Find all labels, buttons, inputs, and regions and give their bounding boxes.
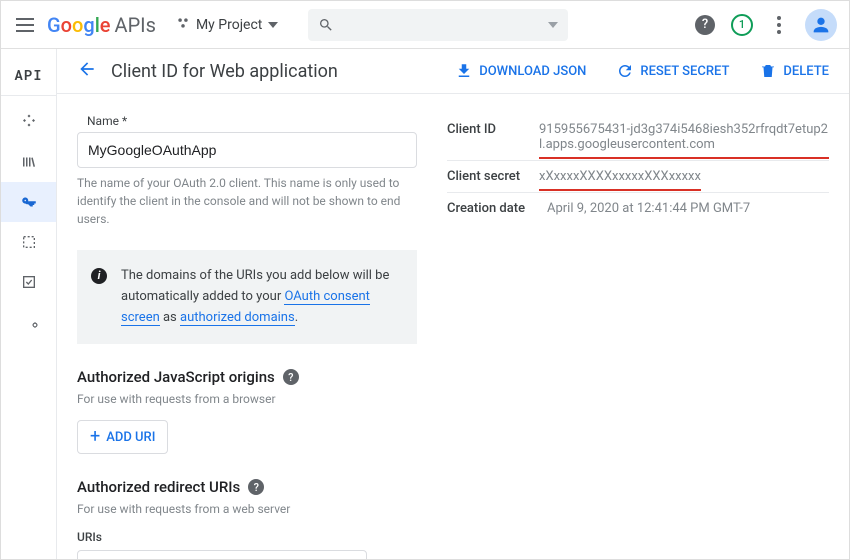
download-json-button[interactable]: DOWNLOAD JSON xyxy=(455,62,586,80)
refresh-icon xyxy=(616,62,634,80)
sidebar-api-label[interactable]: API xyxy=(14,53,42,95)
name-input[interactable] xyxy=(77,132,417,168)
search-input[interactable] xyxy=(308,9,568,41)
overflow-menu-icon[interactable] xyxy=(769,16,789,34)
sidebar-item-settings[interactable] xyxy=(1,302,56,342)
redirect-uris-sub: For use with requests from a web server xyxy=(77,502,417,516)
client-id-row: Client ID 915955675431-jd3g374i5468iesh3… xyxy=(447,114,829,161)
sidebar: API xyxy=(1,49,57,559)
back-arrow-icon[interactable] xyxy=(77,59,97,83)
help-tooltip-icon[interactable]: ? xyxy=(248,479,264,495)
apis-text: APIs xyxy=(115,13,156,37)
client-secret-value: xXxxxxXXXXxxxxxXXXxxxxx xyxy=(539,169,701,184)
google-apis-logo[interactable]: Google APIs xyxy=(47,13,156,37)
name-help-text: The name of your OAuth 2.0 client. This … xyxy=(77,174,417,228)
help-tooltip-icon[interactable]: ? xyxy=(283,369,299,385)
sidebar-item-library[interactable] xyxy=(1,142,56,182)
redirect-uris-heading: Authorized redirect URIs ? xyxy=(77,478,417,496)
sidebar-item-oauth-consent[interactable] xyxy=(1,222,56,262)
sidebar-item-credentials[interactable] xyxy=(1,182,56,222)
chevron-down-icon xyxy=(268,22,278,28)
notifications-badge[interactable]: 1 xyxy=(731,14,753,36)
trash-icon xyxy=(759,62,777,80)
app-header: Google APIs My Project ? 1 xyxy=(1,1,849,49)
js-origins-sub: For use with requests from a browser xyxy=(77,392,417,406)
project-name: My Project xyxy=(196,17,262,33)
creation-date-row: Creation date April 9, 2020 at 12:41:44 … xyxy=(447,193,829,224)
js-origins-heading: Authorized JavaScript origins ? xyxy=(77,368,417,386)
page-title: Client ID for Web application xyxy=(111,61,338,82)
search-icon xyxy=(318,17,334,33)
main-content: Client ID for Web application DOWNLOAD J… xyxy=(57,49,849,559)
client-id-value: 915955675431-jd3g374i5468iesh352rfrqdt7e… xyxy=(539,122,829,152)
name-label: Name * xyxy=(77,114,417,128)
highlight-underline xyxy=(539,189,701,191)
title-bar: Client ID for Web application DOWNLOAD J… xyxy=(57,49,849,94)
download-icon xyxy=(455,62,473,80)
help-icon[interactable]: ? xyxy=(695,15,715,35)
add-uri-button[interactable]: + ADD URI xyxy=(77,420,168,454)
search-dropdown-icon xyxy=(548,22,558,28)
info-icon: i xyxy=(91,268,107,284)
menu-icon[interactable] xyxy=(13,13,37,37)
project-picker[interactable]: My Project xyxy=(176,16,278,34)
info-box: i The domains of the URIs you add below … xyxy=(77,250,417,344)
redirect-uri-input[interactable] xyxy=(77,550,367,559)
account-avatar[interactable] xyxy=(805,9,837,41)
details-column: Client ID 915955675431-jd3g374i5468iesh3… xyxy=(447,114,829,559)
uris-label: URIs xyxy=(77,530,417,544)
highlight-underline xyxy=(539,157,829,159)
plus-icon: + xyxy=(90,428,100,446)
reset-secret-button[interactable]: RESET SECRET xyxy=(616,62,729,80)
client-secret-row: Client secret xXxxxxXXXXxxxxxXXXxxxxx xyxy=(447,161,829,193)
delete-button[interactable]: DELETE xyxy=(759,62,829,80)
creation-date-value: April 9, 2020 at 12:41:44 PM GMT-7 xyxy=(547,201,750,216)
sidebar-item-dashboard[interactable] xyxy=(1,102,56,142)
authorized-domains-link[interactable]: authorized domains xyxy=(180,310,295,326)
project-icon xyxy=(176,16,190,34)
form-column: Name * The name of your OAuth 2.0 client… xyxy=(77,114,417,559)
sidebar-item-domain-verification[interactable] xyxy=(1,262,56,302)
